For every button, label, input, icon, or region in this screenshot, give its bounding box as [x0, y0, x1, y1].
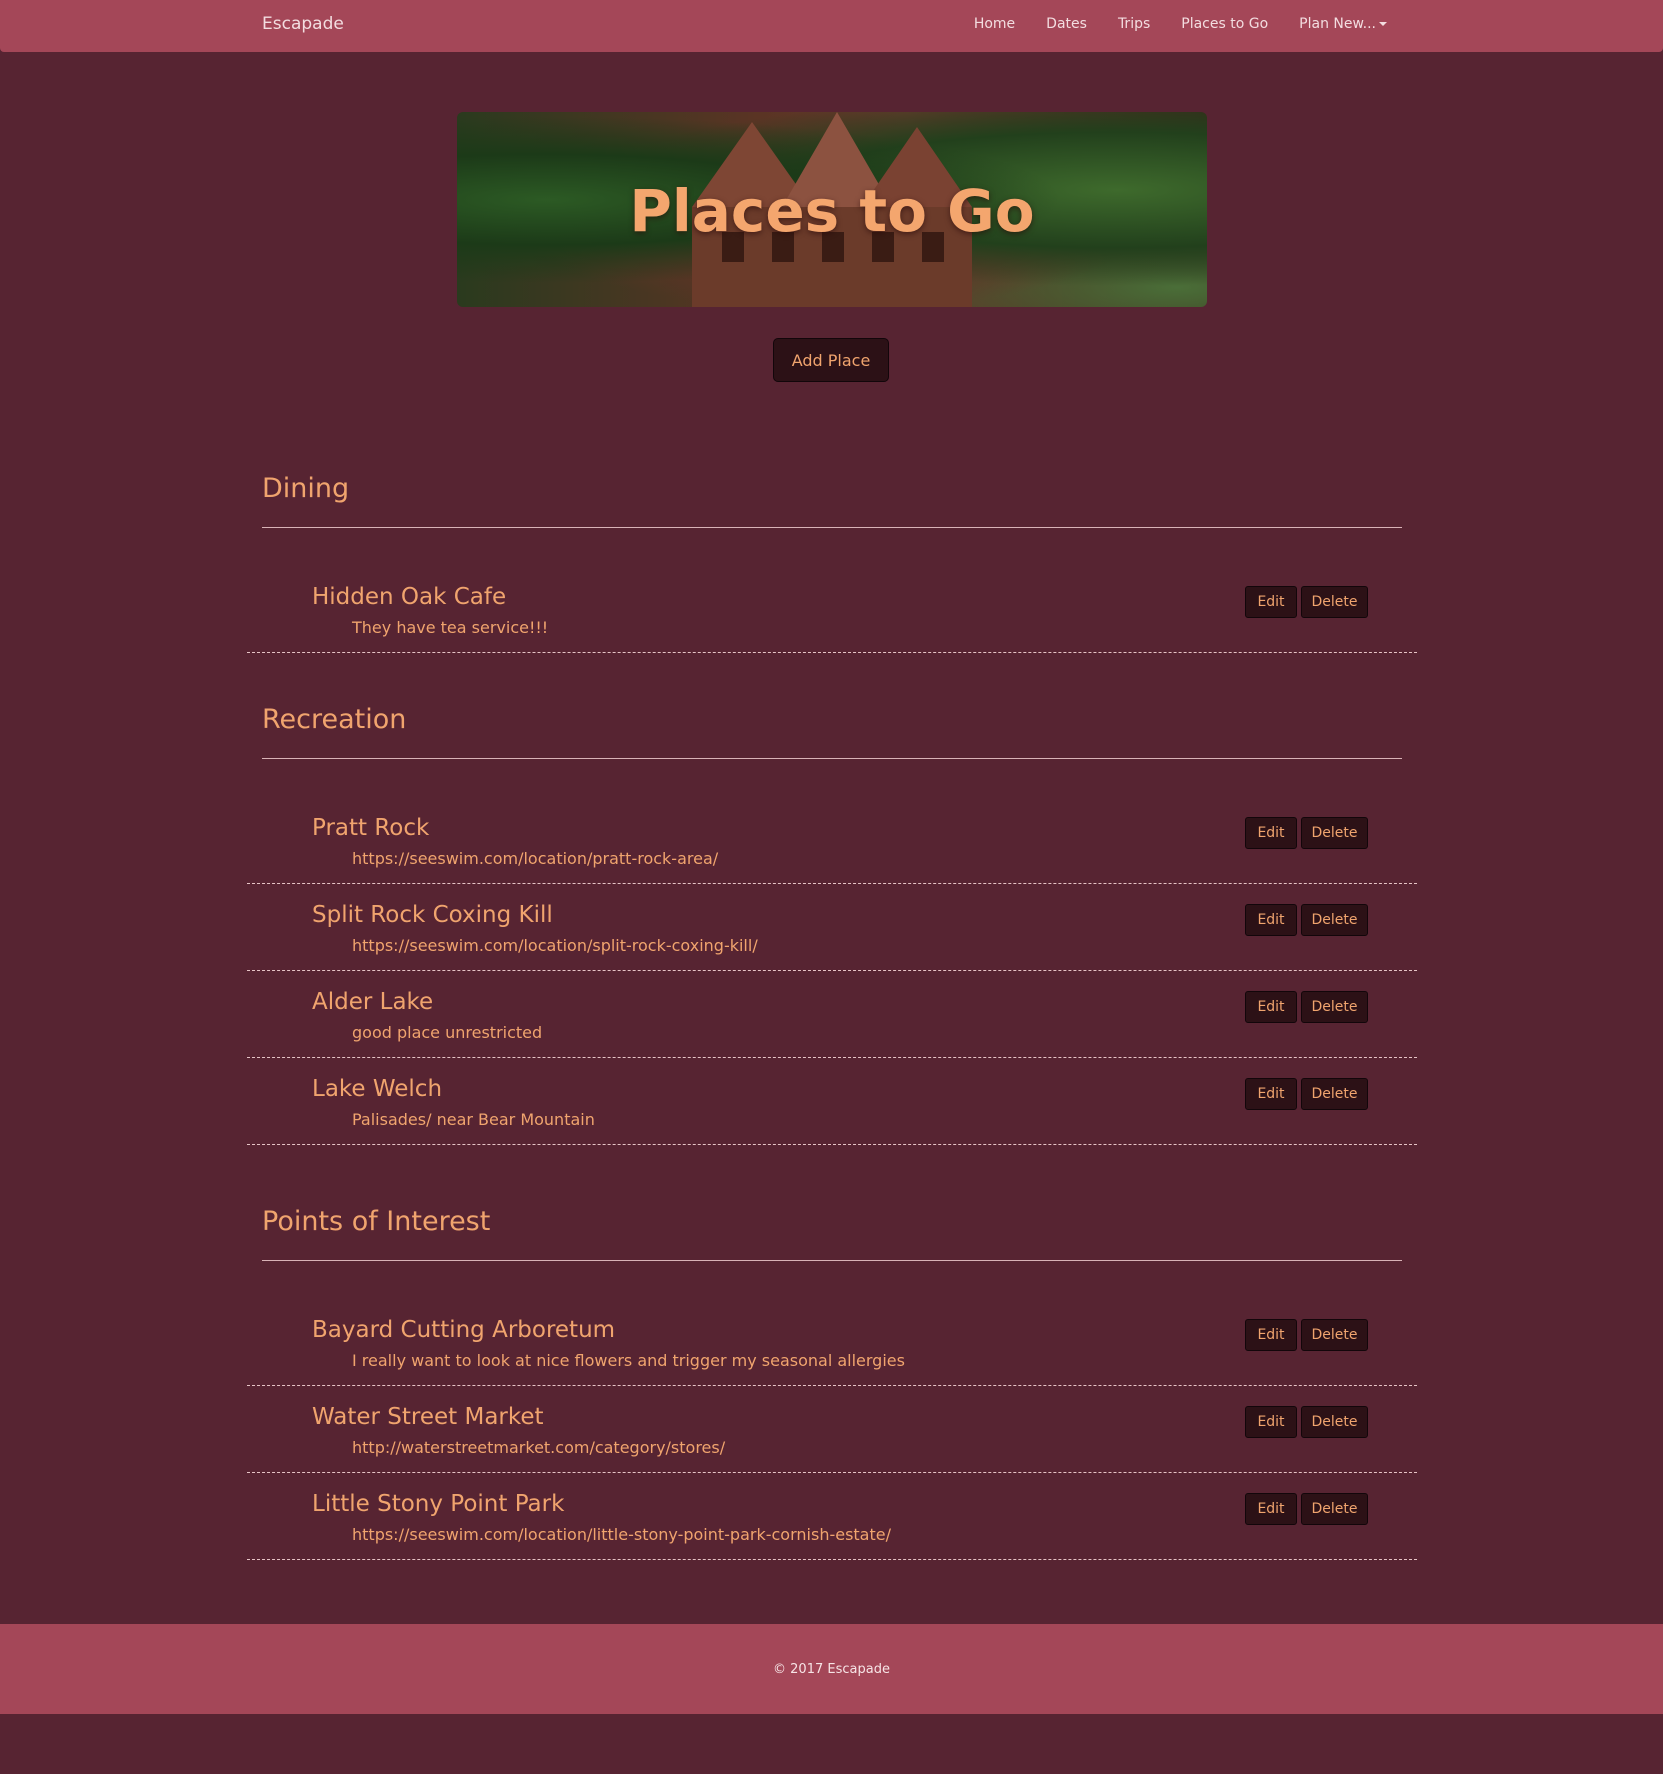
place-description: https://seeswim.com/location/little-ston…	[352, 1525, 891, 1544]
place-row-divider	[247, 1144, 1417, 1145]
category-divider	[262, 527, 1402, 528]
nav-trips-link[interactable]: Trips	[1118, 16, 1150, 32]
category-divider	[262, 758, 1402, 759]
place-row-divider	[247, 1559, 1417, 1560]
hero-banner: Places to Go	[457, 112, 1207, 307]
nav-links: Home Dates Trips Places to Go Plan New..…	[974, 16, 1387, 32]
place-description: good place unrestricted	[352, 1023, 543, 1042]
category-heading: Points of Interest	[262, 1206, 491, 1237]
delete-button[interactable]: Delete	[1301, 1493, 1368, 1525]
category-divider	[262, 1260, 1402, 1261]
delete-button[interactable]: Delete	[1301, 1319, 1368, 1351]
category-heading: Dining	[262, 473, 350, 504]
nav-plan-new-dropdown[interactable]: Plan New...	[1299, 16, 1387, 32]
delete-button[interactable]: Delete	[1301, 991, 1368, 1023]
place-row-divider	[247, 1472, 1417, 1473]
edit-button[interactable]: Edit	[1245, 817, 1297, 849]
place-row-divider	[247, 1057, 1417, 1058]
delete-button[interactable]: Delete	[1301, 1078, 1368, 1110]
footer: © 2017 Escapade	[0, 1624, 1663, 1714]
edit-button[interactable]: Edit	[1245, 1493, 1297, 1525]
category-heading: Recreation	[262, 704, 407, 735]
delete-button[interactable]: Delete	[1301, 1406, 1368, 1438]
place-name: Alder Lake	[312, 989, 434, 1015]
place-description: https://seeswim.com/location/pratt-rock-…	[352, 849, 719, 868]
edit-button[interactable]: Edit	[1245, 1319, 1297, 1351]
edit-button[interactable]: Edit	[1245, 904, 1297, 936]
delete-button[interactable]: Delete	[1301, 817, 1368, 849]
place-description: I really want to look at nice flowers an…	[352, 1351, 905, 1370]
delete-button[interactable]: Delete	[1301, 904, 1368, 936]
place-name: Little Stony Point Park	[312, 1491, 565, 1517]
place-name: Bayard Cutting Arboretum	[312, 1317, 616, 1343]
place-description: https://seeswim.com/location/split-rock-…	[352, 936, 758, 955]
place-row-divider	[247, 652, 1417, 653]
place-description: http://waterstreetmarket.com/category/st…	[352, 1438, 726, 1457]
delete-button[interactable]: Delete	[1301, 586, 1368, 618]
hero-title: Places to Go	[629, 177, 1035, 245]
place-name: Water Street Market	[312, 1404, 544, 1430]
place-description: They have tea service!!!	[352, 618, 549, 637]
brand-link[interactable]: Escapade	[262, 14, 344, 34]
add-place-button[interactable]: Add Place	[773, 338, 889, 382]
place-row-divider	[247, 970, 1417, 971]
place-description: Palisades/ near Bear Mountain	[352, 1110, 595, 1129]
plan-new-label: Plan New...	[1299, 16, 1376, 32]
edit-button[interactable]: Edit	[1245, 1078, 1297, 1110]
caret-down-icon	[1379, 22, 1387, 26]
place-row-divider	[247, 1385, 1417, 1386]
navbar: Escapade Home Dates Trips Places to Go P…	[0, 0, 1663, 52]
place-row-divider	[247, 883, 1417, 884]
edit-button[interactable]: Edit	[1245, 991, 1297, 1023]
place-name: Lake Welch	[312, 1076, 443, 1102]
place-name: Hidden Oak Cafe	[312, 584, 507, 610]
copyright-text: © 2017 Escapade	[773, 1662, 890, 1677]
place-name: Split Rock Coxing Kill	[312, 902, 553, 928]
nav-home-link[interactable]: Home	[974, 16, 1015, 32]
edit-button[interactable]: Edit	[1245, 1406, 1297, 1438]
place-name: Pratt Rock	[312, 815, 430, 841]
edit-button[interactable]: Edit	[1245, 586, 1297, 618]
nav-places-link[interactable]: Places to Go	[1181, 16, 1268, 32]
nav-dates-link[interactable]: Dates	[1046, 16, 1087, 32]
